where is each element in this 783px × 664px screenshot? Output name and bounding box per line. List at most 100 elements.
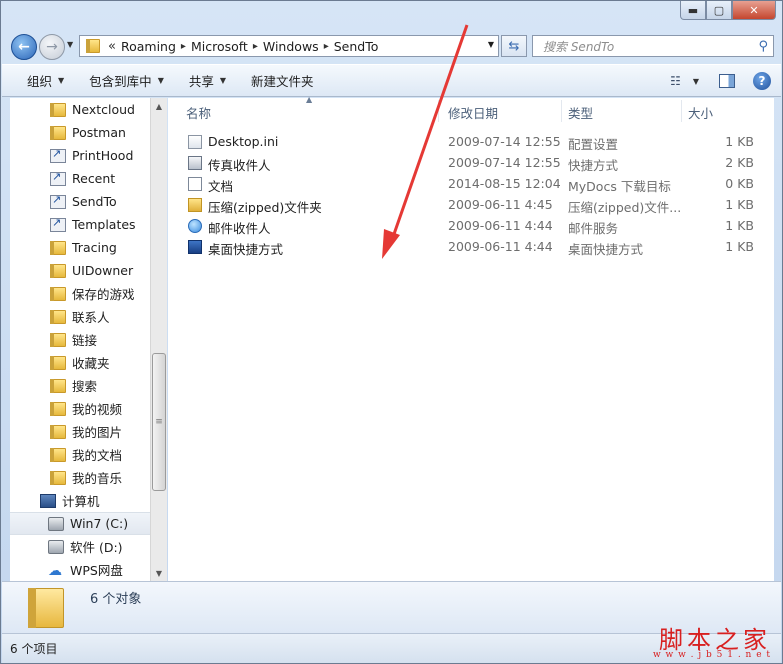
nav-item[interactable]: 链接	[10, 328, 150, 351]
column-divider[interactable]	[438, 100, 439, 122]
nav-item[interactable]: Postman	[10, 121, 150, 144]
file-type: 桌面快捷方式	[568, 242, 644, 257]
cloud-icon: ☁	[48, 562, 62, 579]
nav-item[interactable]: 收藏夹	[10, 351, 150, 374]
navigation-pane[interactable]: Nextcloud Postman PrintHood Recent SendTo Tem…	[10, 98, 150, 581]
share-button[interactable]: 共享 ▼	[189, 71, 226, 90]
folder-icon	[50, 355, 66, 370]
column-divider[interactable]	[681, 100, 682, 122]
recent-pages-dropdown[interactable]: ▼	[67, 40, 73, 49]
file-row[interactable]: Desktop.ini 2009-07-14 12:55 配置设置 1 KB	[168, 131, 774, 152]
nav-item[interactable]: 我的图片	[10, 420, 150, 443]
include-in-library-button[interactable]: 包含到库中 ▼	[89, 71, 164, 90]
file-row[interactable]: 传真收件人 2009-07-14 12:55 快捷方式 2 KB	[168, 152, 774, 173]
nav-item-label: 软件 (D:)	[70, 540, 123, 555]
nav-item-drive[interactable]: 软件 (D:)	[10, 535, 150, 558]
chevron-right-icon[interactable]: ▸	[181, 41, 186, 52]
ini-file-icon	[188, 135, 202, 149]
folder-icon	[86, 39, 100, 53]
nav-item[interactable]: 保存的游戏	[10, 282, 150, 305]
nav-item[interactable]: Templates	[10, 213, 150, 236]
nav-item-label: 搜索	[72, 379, 98, 394]
minimize-button[interactable]: ▬	[680, 1, 706, 20]
chevron-right-icon[interactable]: ▸	[324, 41, 329, 52]
nav-item-label: 收藏夹	[72, 356, 110, 371]
back-button[interactable]: ←	[11, 34, 37, 60]
refresh-button[interactable]: ⇆	[501, 35, 527, 57]
nav-item[interactable]: 联系人	[10, 305, 150, 328]
file-date: 2014-08-15 12:04	[448, 176, 561, 191]
chevron-down-icon: ▼	[67, 40, 74, 49]
nav-item[interactable]: Nextcloud	[10, 98, 150, 121]
column-header-date[interactable]: 修改日期	[448, 103, 498, 122]
nav-item[interactable]: 我的音乐	[10, 466, 150, 489]
forward-button[interactable]: →	[39, 34, 65, 60]
breadcrumb-sendto[interactable]: SendTo	[334, 39, 379, 54]
file-size: 1 KB	[725, 134, 754, 149]
search-placeholder: 搜索 SendTo	[543, 39, 615, 54]
nav-item[interactable]: Tracing	[10, 236, 150, 259]
nav-item[interactable]: Recent	[10, 167, 150, 190]
nav-item[interactable]: UIDowner	[10, 259, 150, 282]
search-input[interactable]: 搜索 SendTo ⚲	[532, 35, 774, 57]
file-list-pane[interactable]: ▲ 名称 修改日期 类型 大小 Desktop.ini 2009-07-14 12…	[168, 95, 774, 581]
nav-item[interactable]: PrintHood	[10, 144, 150, 167]
file-row[interactable]: 邮件收件人 2009-06-11 4:44 邮件服务 1 KB	[168, 215, 774, 236]
help-icon[interactable]: ?	[753, 72, 771, 90]
file-size: 1 KB	[725, 239, 754, 254]
folder-icon	[50, 309, 66, 324]
refresh-icon: ⇆	[508, 38, 520, 54]
file-row[interactable]: 文档 2014-08-15 12:04 MyDocs 下载目标 0 KB	[168, 173, 774, 194]
nav-item-drive[interactable]: ☁ WPS网盘	[10, 558, 150, 581]
nav-item-computer[interactable]: 计算机	[10, 489, 150, 512]
nav-item[interactable]: SendTo	[10, 190, 150, 213]
address-bar[interactable]: « Roaming ▸ Microsoft ▸ Windows ▸ SendTo…	[79, 35, 499, 57]
file-row[interactable]: 压缩(zipped)文件夹 2009-06-11 4:45 压缩(zipped)文件…	[168, 194, 774, 215]
nav-item[interactable]: 我的视频	[10, 397, 150, 420]
breadcrumb-microsoft[interactable]: Microsoft	[191, 39, 248, 54]
scroll-down-icon[interactable]: ▼	[151, 565, 167, 581]
file-type: 邮件服务	[568, 221, 619, 236]
drive-icon	[48, 539, 64, 554]
close-button[interactable]: ✕	[732, 1, 776, 20]
breadcrumb-overflow[interactable]: «	[108, 39, 116, 54]
preview-pane-icon[interactable]	[719, 74, 735, 88]
chevron-down-icon[interactable]: ▼	[693, 77, 699, 86]
file-size: 1 KB	[725, 197, 754, 212]
nav-item-label: 我的文档	[72, 448, 123, 463]
navigation-scrollbar[interactable]: ▲ ≡ ▼	[150, 98, 167, 581]
command-bar: 组织 ▼ 包含到库中 ▼ 共享 ▼ 新建文件夹 ☷ ▼ ?	[2, 64, 781, 97]
nav-item[interactable]: 我的文档	[10, 443, 150, 466]
caption-buttons: ▬ ▢ ✕	[680, 1, 776, 20]
search-icon[interactable]: ⚲	[758, 39, 768, 54]
column-header-name[interactable]: 名称	[186, 103, 211, 122]
folder-icon	[50, 401, 66, 416]
new-folder-button[interactable]: 新建文件夹	[251, 71, 314, 90]
item-count: 6 个项目	[10, 642, 58, 656]
nav-item-label: Nextcloud	[72, 102, 135, 117]
scrollbar-thumb[interactable]: ≡	[152, 353, 166, 491]
chevron-right-icon[interactable]: ▸	[253, 41, 258, 52]
column-header-type[interactable]: 类型	[568, 103, 593, 122]
file-name: 压缩(zipped)文件夹	[208, 200, 322, 215]
nav-item-label: UIDowner	[72, 263, 134, 278]
include-in-library-label: 包含到库中	[89, 74, 152, 89]
nav-item-label: 我的图片	[72, 425, 123, 440]
view-options-icon[interactable]: ☷	[670, 74, 681, 88]
scroll-up-icon[interactable]: ▲	[151, 98, 167, 114]
breadcrumb-roaming[interactable]: Roaming	[121, 39, 176, 54]
folder-icon	[50, 470, 66, 485]
folder-icon	[50, 447, 66, 462]
file-row[interactable]: 桌面快捷方式 2009-06-11 4:44 桌面快捷方式 1 KB	[168, 236, 774, 257]
column-divider[interactable]	[561, 100, 562, 122]
file-name: 文档	[208, 179, 234, 194]
nav-item-drive[interactable]: Win7 (C:)	[10, 512, 150, 535]
maximize-button[interactable]: ▢	[706, 1, 732, 20]
nav-item[interactable]: 搜索	[10, 374, 150, 397]
file-date: 2009-06-11 4:44	[448, 218, 553, 233]
organize-button[interactable]: 组织 ▼	[27, 71, 64, 90]
address-dropdown-icon[interactable]: ▼	[488, 40, 494, 49]
column-header-size[interactable]: 大小	[688, 103, 713, 122]
sort-ascending-icon: ▲	[306, 95, 313, 104]
breadcrumb-windows[interactable]: Windows	[263, 39, 319, 54]
